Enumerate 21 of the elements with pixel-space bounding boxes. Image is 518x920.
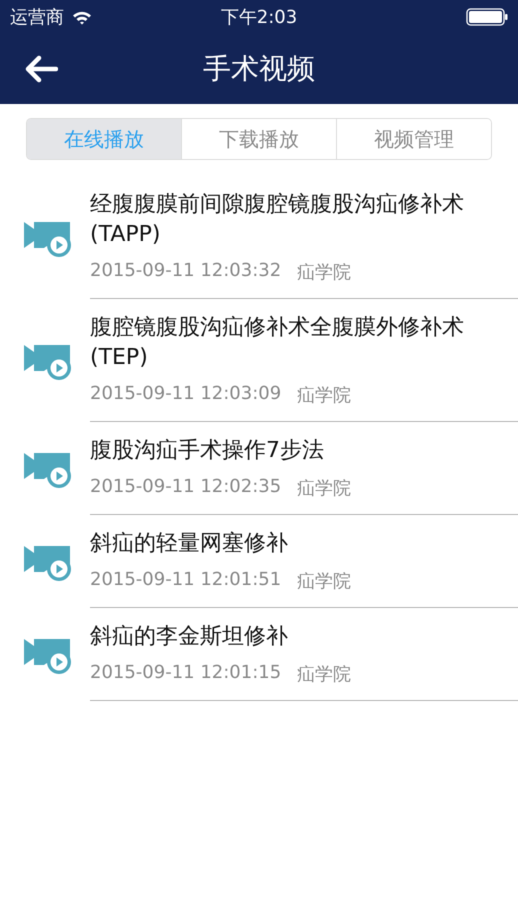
video-source: 疝学院 [297,663,352,686]
battery-icon [466,8,508,26]
video-date: 2015-09-11 12:03:09 [90,383,282,406]
status-time: 下午2:03 [220,6,298,29]
carrier-name: 运营商 [10,6,64,29]
video-source: 疝学院 [297,384,352,407]
video-source: 疝学院 [297,261,352,284]
video-date: 2015-09-11 12:03:32 [90,260,282,283]
video-date: 2015-09-11 12:02:35 [90,476,282,499]
video-date: 2015-09-11 12:01:15 [90,662,282,685]
video-title[interactable]: 斜疝的轻量网塞修补 [90,529,490,559]
video-title[interactable]: 经腹腹膜前间隙腹腔镜腹股沟疝修补术(TAPP) [90,190,490,250]
video-date: 2015-09-11 12:01:51 [90,569,282,592]
wifi-icon [72,10,92,24]
page-title: 手术视频 [203,51,315,87]
back-arrow-icon[interactable] [24,55,58,83]
video-title[interactable]: 斜疝的李金斯坦修补 [90,622,490,652]
video-source: 疝学院 [297,477,352,500]
video-title[interactable]: 腹腔镜腹股沟疝修补术全腹膜外修补术(TEP) [90,313,490,373]
video-title[interactable]: 腹股沟疝手术操作7步法 [90,436,490,466]
video-source: 疝学院 [297,570,352,593]
